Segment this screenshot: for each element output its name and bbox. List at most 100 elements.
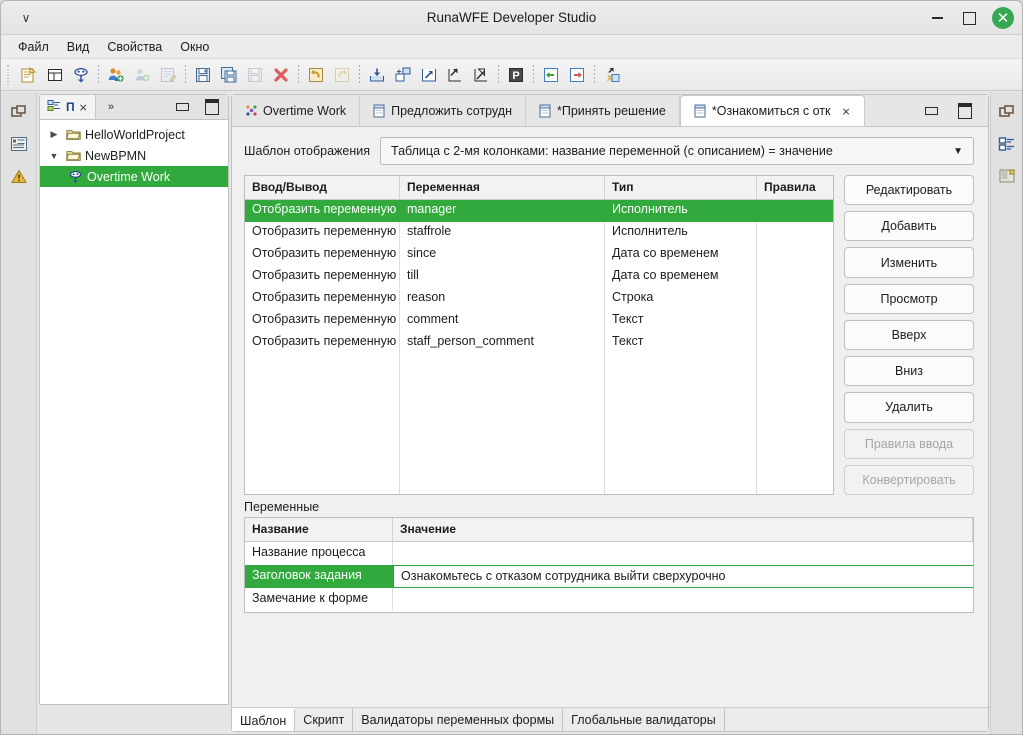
table-row[interactable]: Отобразить переменную since Дата со врем… [245,244,833,266]
new-bpmn-process-icon[interactable] [68,62,94,88]
minimize-editor-button[interactable] [925,107,938,115]
project-explorer-panel: П ⨯ » ▶ HelloWorldProject ▼ NewBPMN Over… [39,94,229,705]
menu-item-file[interactable]: Файл [9,38,58,56]
tab-row-spacer [864,95,915,126]
close-button[interactable]: ✕ [992,7,1014,29]
edit-properties-icon[interactable] [155,62,181,88]
save-all-icon[interactable] [216,62,242,88]
expand-arrow-icon[interactable]: ▶ [46,129,62,140]
new-form-icon[interactable] [42,62,68,88]
export-xpdl-icon[interactable]: X [599,62,625,88]
export-icon[interactable] [416,62,442,88]
toolbar-separator [298,64,299,85]
list-item[interactable]: Замечание к форме [245,588,973,611]
restore-view-icon[interactable] [996,102,1018,122]
maximize-editor-button[interactable] [958,103,972,119]
tab-skript[interactable]: Скрипт [295,708,354,731]
editor-tab-oznakomitsya-s-otk[interactable]: *Ознакомиться с отк ⨯ [679,95,865,126]
table-row[interactable]: Отобразить переменную staffrole Исполнит… [245,222,833,244]
delete-button[interactable]: Удалить [844,392,974,423]
table-row[interactable]: Отобразить переменную manager Исполнител… [245,200,833,222]
table-row[interactable]: Отобразить переменную till Дата со време… [245,266,833,288]
menu-item-window[interactable]: Окно [171,38,218,56]
collapse-arrow-icon[interactable]: ▼ [46,151,62,161]
menu-item-view[interactable]: Вид [58,38,99,56]
chevron-down-icon[interactable]: ▼ [953,146,963,157]
bottom-tabs-filler [725,708,988,731]
manage-users-icon[interactable] [103,62,129,88]
change-button[interactable]: Изменить [844,247,974,278]
minimize-button[interactable] [928,9,946,27]
p-marker-icon[interactable]: P [503,62,529,88]
new-process-icon[interactable] [16,62,42,88]
toolbar-grip[interactable] [6,63,13,86]
variable-value[interactable]: Ознакомьтесь с отказом сотрудника выйти … [393,565,973,588]
move-down-button[interactable]: Вниз [844,356,974,387]
form-variables-grid[interactable]: Ввод/Вывод Переменная Тип Правила Отобра… [244,175,834,495]
variable-value[interactable] [393,542,973,565]
tab-global-validators[interactable]: Глобальные валидаторы [563,708,725,731]
variable-value[interactable] [393,588,973,611]
view-button[interactable]: Просмотр [844,283,974,314]
delete-icon[interactable] [268,62,294,88]
cell-variable: staffrole [400,222,605,244]
add-user-icon[interactable] [129,62,155,88]
edit-button[interactable]: Редактировать [844,175,974,206]
minimize-view-button[interactable] [176,103,189,111]
outline-view-icon[interactable] [996,134,1018,154]
maximize-view-button[interactable] [205,99,219,115]
restore-view-icon[interactable] [8,102,30,122]
palette-view-icon[interactable] [996,166,1018,186]
grid-header-rules[interactable]: Правила [757,176,833,199]
editor-tab-prinyat-reshenie[interactable]: *Принять решение [525,95,680,126]
save-as-icon[interactable] [242,62,268,88]
export-right-icon[interactable] [564,62,590,88]
window-controls: ✕ [928,1,1014,35]
table-row[interactable]: Отобразить переменную reason Строка [245,288,833,310]
import-left-icon[interactable] [538,62,564,88]
editor-tab-overtime-work[interactable]: Overtime Work [232,95,361,126]
close-icon[interactable]: ⨯ [79,101,88,114]
tab-shablon[interactable]: Шаблон [232,708,296,731]
import-from-server-icon[interactable] [390,62,416,88]
title-bar: ∨ RunaWFE Developer Studio ✕ [1,1,1022,35]
maximize-button[interactable] [960,9,978,27]
properties-view-icon[interactable] [8,134,30,154]
tree-item-newbpmn[interactable]: ▼ NewBPMN [40,145,228,166]
display-template-select[interactable]: Таблица с 2-мя колонками: название перем… [380,137,974,165]
tab-project-explorer[interactable]: П ⨯ [40,95,96,119]
import-par-icon[interactable] [442,62,468,88]
input-rules-button[interactable]: Правила ввода [844,428,974,459]
undo-icon[interactable] [303,62,329,88]
move-up-button[interactable]: Вверх [844,319,974,351]
close-icon[interactable]: ⨯ [842,105,851,118]
import-icon[interactable] [364,62,390,88]
chevron-more-icon[interactable]: » [108,101,114,113]
cell-variable: staff_person_comment [400,332,605,354]
add-button[interactable]: Добавить [844,211,974,242]
grid-header-io[interactable]: Ввод/Вывод [245,176,400,199]
menu-item-properties[interactable]: Свойства [98,38,171,56]
table-row[interactable]: Отобразить переменную staff_person_comme… [245,332,833,354]
tab-form-variable-validators[interactable]: Валидаторы переменных формы [353,708,564,731]
variables-header-value[interactable]: Значение [393,518,973,541]
convert-button[interactable]: Конвертировать [844,464,974,495]
variables-grid[interactable]: Название Значение Название процесса Заго… [244,517,974,613]
warning-view-icon[interactable] [8,166,30,186]
variables-header-name[interactable]: Название [245,518,393,541]
list-item[interactable]: Название процесса [245,542,973,565]
project-tree[interactable]: ▶ HelloWorldProject ▼ NewBPMN Overtime W… [40,119,228,704]
table-row[interactable]: Отобразить переменную comment Текст [245,310,833,332]
export-par-icon[interactable] [468,62,494,88]
save-icon[interactable] [190,62,216,88]
variable-name: Название процесса [245,542,393,565]
tree-item-helloworldproject[interactable]: ▶ HelloWorldProject [40,124,228,145]
grid-header-type[interactable]: Тип [605,176,757,199]
tree-item-overtime-work[interactable]: Overtime Work [40,166,228,187]
list-item[interactable]: Заголовок задания Ознакомьтесь с отказом… [245,565,973,588]
editor-tab-predlozhit-sotrudn[interactable]: Предложить сотрудн [360,95,526,126]
redo-icon[interactable] [329,62,355,88]
grid-header-variable[interactable]: Переменная [400,176,605,199]
tree-item-label: Overtime Work [87,169,171,184]
cell-type: Дата со временем [605,266,757,288]
